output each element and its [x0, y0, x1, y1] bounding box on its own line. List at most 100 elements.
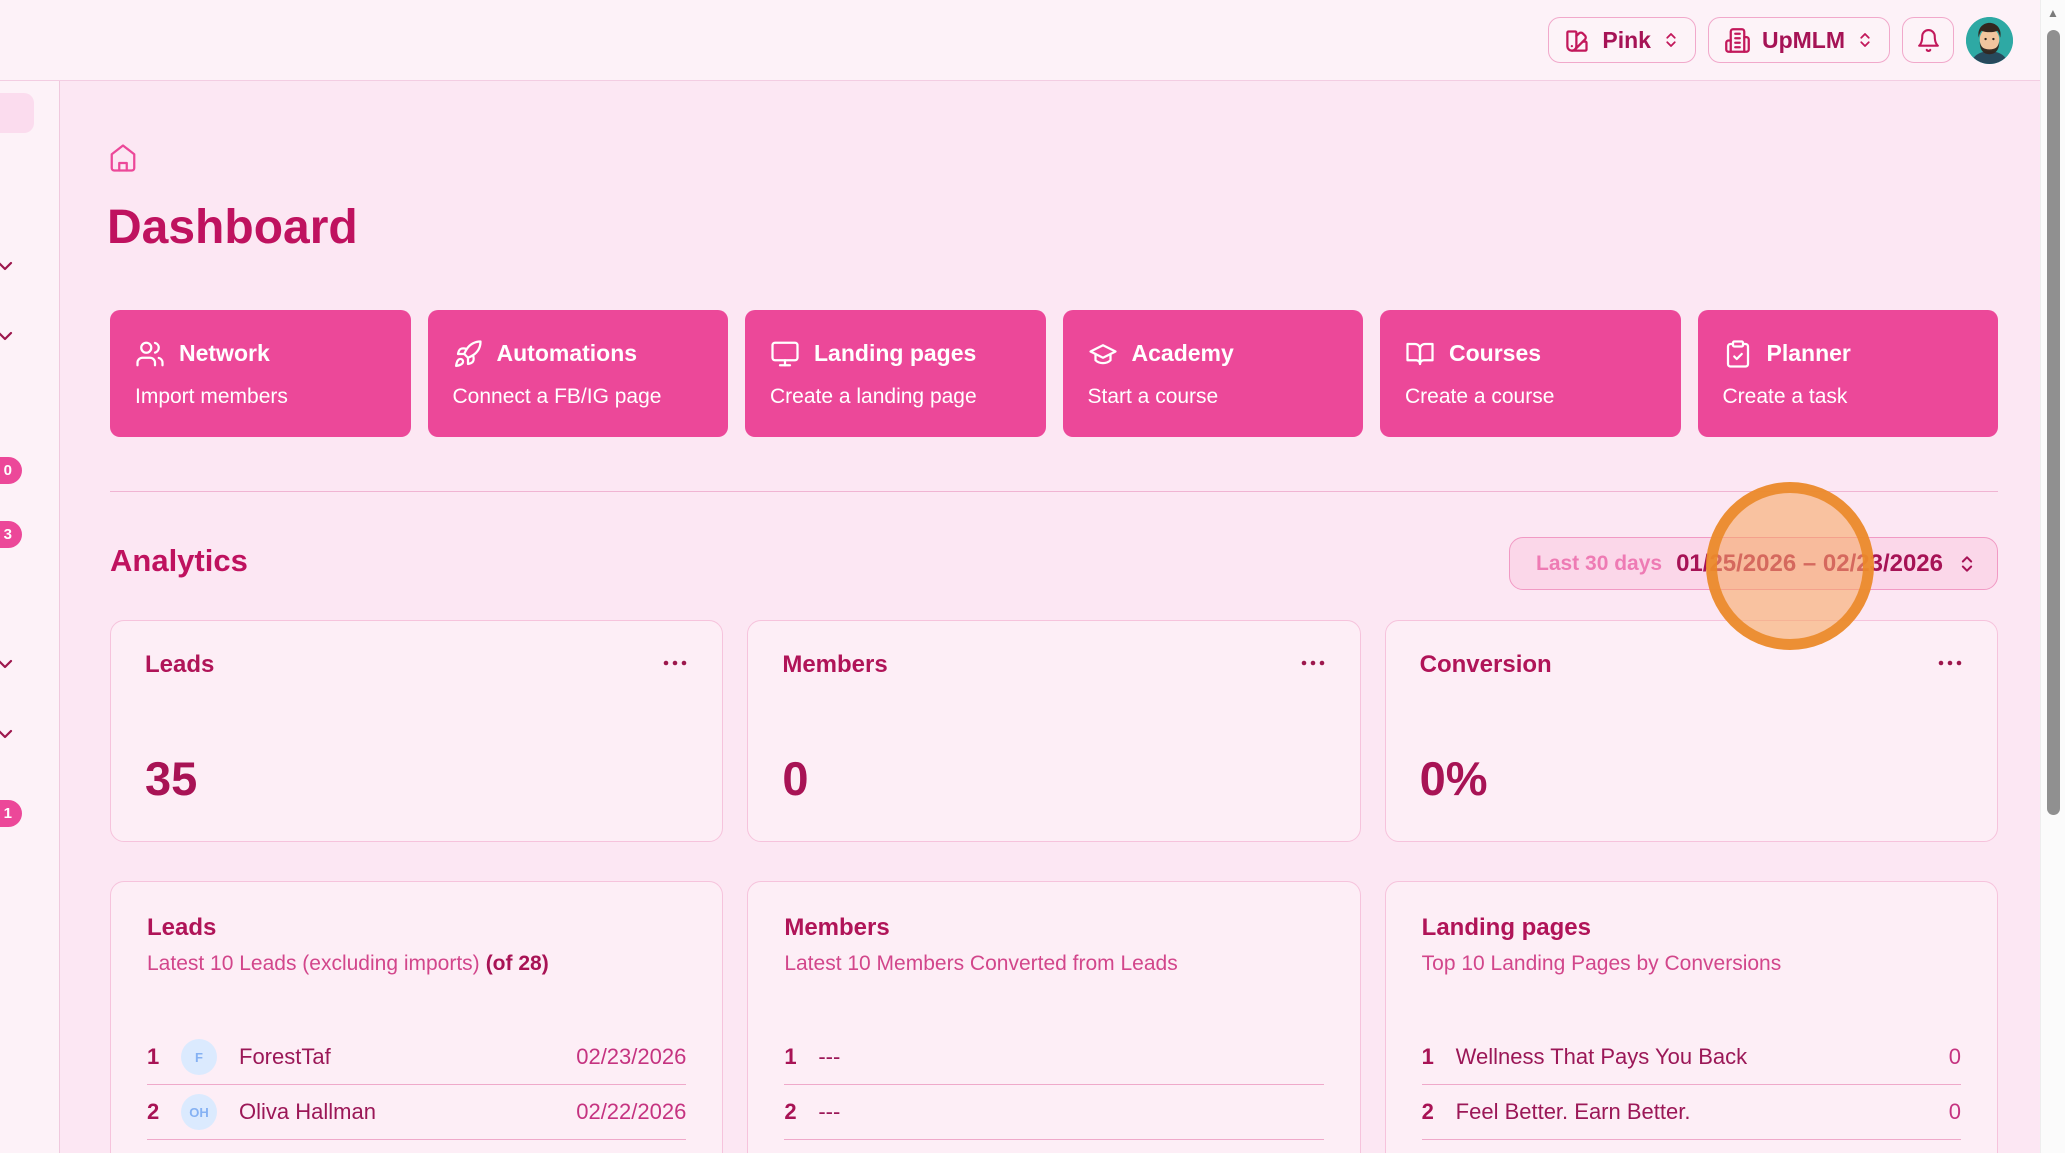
chevron-up-down-icon — [1856, 31, 1874, 49]
quick-action-title: Planner — [1767, 340, 1851, 367]
stats-row: Leads 35 Members 0 Conversion 0% — [110, 620, 1998, 842]
list-row[interactable]: 1 F ForestTaf 02/23/2026 — [147, 1030, 686, 1085]
users-icon — [135, 339, 165, 369]
list-row[interactable]: 2 OH Oliva Hallman 02/22/2026 — [147, 1085, 686, 1140]
scroll-up-arrow-icon[interactable]: ▲ — [2041, 7, 2065, 19]
row-name: --- — [818, 1044, 840, 1070]
stat-value: 35 — [145, 751, 688, 806]
row-date: 02/23/2026 — [576, 1044, 686, 1070]
rocket-icon — [453, 339, 483, 369]
row-avatar: F — [181, 1039, 217, 1075]
sidebar: 0 3 1 — [0, 81, 60, 1153]
sidebar-active-item[interactable] — [0, 93, 34, 133]
row-index: 1 — [147, 1044, 181, 1070]
lists-row: Leads Latest 10 Leads (excluding imports… — [110, 881, 1998, 1153]
quick-action-subtitle: Connect a FB/IG page — [453, 385, 704, 409]
monitor-icon — [770, 339, 800, 369]
row-name: Feel Better. Earn Better. — [1456, 1099, 1691, 1125]
list-rows: 1 F ForestTaf 02/23/2026 2 OH Oliva Hall… — [147, 1030, 686, 1140]
chevron-down-icon[interactable] — [0, 652, 17, 676]
row-name: Oliva Hallman — [239, 1099, 376, 1125]
workspace-select[interactable]: UpMLM — [1708, 17, 1890, 63]
section-divider — [110, 491, 1998, 492]
stat-card-leads: Leads 35 — [110, 620, 723, 842]
list-row[interactable]: 2 --- — [784, 1085, 1323, 1140]
quick-action-title: Courses — [1449, 340, 1541, 367]
book-open-icon — [1405, 339, 1435, 369]
list-row[interactable]: 1 --- — [784, 1030, 1323, 1085]
quick-action-title: Automations — [497, 340, 638, 367]
row-date: 02/22/2026 — [576, 1099, 686, 1125]
bell-icon — [1916, 28, 1941, 53]
sidebar-count-badge: 3 — [0, 521, 22, 548]
list-row[interactable]: 2 Feel Better. Earn Better. 0 — [1422, 1085, 1961, 1140]
home-breadcrumb-button[interactable] — [108, 143, 138, 173]
building-icon — [1724, 27, 1751, 54]
date-preset-label: Last 30 days — [1536, 552, 1662, 576]
theme-select[interactable]: Pink — [1548, 17, 1696, 63]
swatch-book-icon — [1564, 27, 1591, 54]
quick-action-title: Network — [179, 340, 270, 367]
quick-action-subtitle: Create a course — [1405, 385, 1656, 409]
more-options-button[interactable] — [1296, 651, 1330, 674]
chevron-down-icon[interactable] — [0, 324, 17, 348]
ellipsis-icon — [1937, 659, 1963, 667]
notifications-button[interactable] — [1902, 17, 1954, 63]
list-rows: 1 --- 2 --- — [784, 1030, 1323, 1140]
quick-action-subtitle: Start a course — [1088, 385, 1339, 409]
chevron-up-down-icon — [1957, 554, 1977, 574]
sidebar-count-badge: 1 — [0, 800, 22, 827]
row-name: --- — [818, 1099, 840, 1125]
quick-actions-row: Network Import members Automations Conne… — [110, 310, 1998, 437]
vertical-scrollbar[interactable]: ▲ — [2040, 0, 2065, 1153]
app-window: Pink UpMLM — [0, 0, 2065, 1153]
chevron-up-down-icon — [1662, 31, 1680, 49]
quick-action-academy[interactable]: Academy Start a course — [1063, 310, 1364, 437]
stat-card-members: Members 0 — [747, 620, 1360, 842]
main-content: Dashboard Network Import members Automat… — [61, 81, 2040, 1153]
list-subtitle: Top 10 Landing Pages by Conversions — [1422, 952, 1961, 976]
more-options-button[interactable] — [1933, 651, 1967, 674]
stat-card-conversion: Conversion 0% — [1385, 620, 1998, 842]
list-subtitle: Latest 10 Members Converted from Leads — [784, 952, 1323, 976]
graduation-cap-icon — [1088, 339, 1118, 369]
quick-action-automations[interactable]: Automations Connect a FB/IG page — [428, 310, 729, 437]
workspace-select-label: UpMLM — [1762, 27, 1845, 54]
topbar: Pink UpMLM — [0, 0, 2040, 81]
quick-action-planner[interactable]: Planner Create a task — [1698, 310, 1999, 437]
page-title: Dashboard — [107, 199, 358, 257]
stat-title: Members — [782, 651, 1325, 679]
quick-action-network[interactable]: Network Import members — [110, 310, 411, 437]
row-name: Wellness That Pays You Back — [1456, 1044, 1747, 1070]
list-card-landing-pages: Landing pages Top 10 Landing Pages by Co… — [1385, 881, 1998, 1153]
avatar-illustration-icon — [1966, 17, 2013, 64]
more-options-button[interactable] — [658, 651, 692, 674]
list-subtitle: Latest 10 Leads (excluding imports)(of 2… — [147, 952, 686, 976]
stat-value: 0 — [782, 751, 1325, 806]
list-rows: 1 Wellness That Pays You Back 0 2 Feel B… — [1422, 1030, 1961, 1140]
row-index: 2 — [1422, 1099, 1456, 1125]
analytics-heading: Analytics — [110, 543, 248, 579]
ellipsis-icon — [1300, 659, 1326, 667]
home-icon — [108, 143, 138, 173]
quick-action-courses[interactable]: Courses Create a course — [1380, 310, 1681, 437]
chevron-down-icon[interactable] — [0, 722, 17, 746]
stat-title: Leads — [145, 651, 688, 679]
list-title: Leads — [147, 914, 686, 942]
click-highlight — [1706, 482, 1874, 650]
theme-select-label: Pink — [1602, 27, 1651, 54]
quick-action-subtitle: Import members — [135, 385, 386, 409]
scrollbar-thumb[interactable] — [2047, 30, 2060, 815]
chevron-down-icon[interactable] — [0, 254, 17, 278]
list-row[interactable]: 1 Wellness That Pays You Back 0 — [1422, 1030, 1961, 1085]
list-title: Landing pages — [1422, 914, 1961, 942]
user-avatar[interactable] — [1966, 17, 2013, 64]
list-subtitle-text: Latest 10 Leads (excluding imports) — [147, 952, 480, 975]
quick-action-landing-pages[interactable]: Landing pages Create a landing page — [745, 310, 1046, 437]
row-name: ForestTaf — [239, 1044, 331, 1070]
row-index: 2 — [784, 1099, 818, 1125]
stat-value: 0% — [1420, 751, 1963, 806]
sidebar-count-badge: 0 — [0, 457, 22, 484]
row-index: 1 — [1422, 1044, 1456, 1070]
list-title: Members — [784, 914, 1323, 942]
